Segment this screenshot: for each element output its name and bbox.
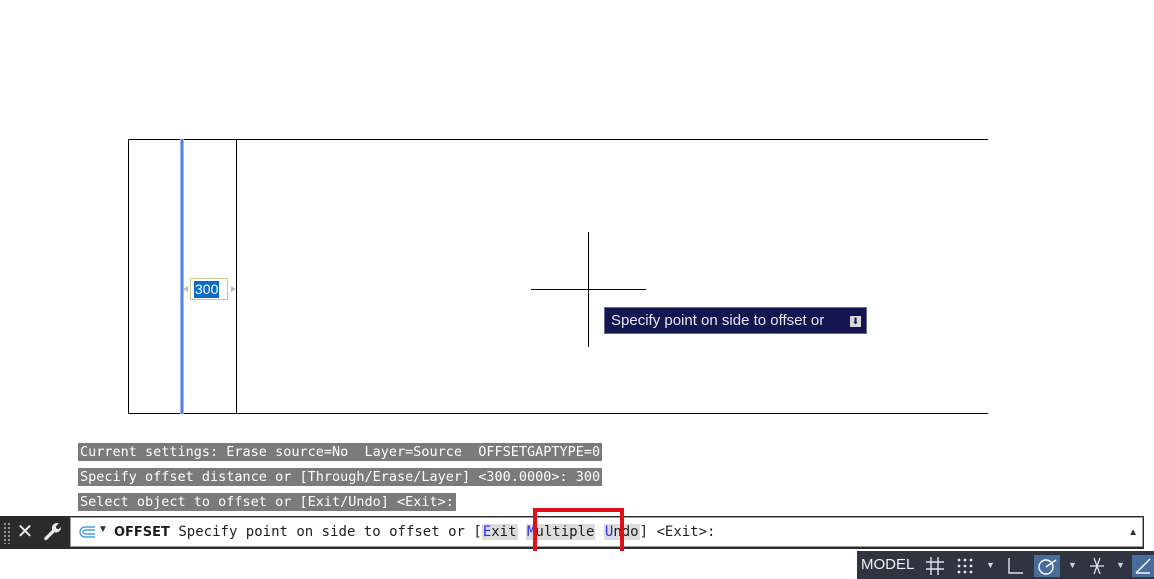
- command-name: OFFSET: [114, 525, 170, 540]
- scroll-up-icon[interactable]: ▲: [1128, 527, 1138, 538]
- command-input[interactable]: ▼ OFFSET Specify point on side to offset…: [70, 517, 1143, 547]
- model-space-button[interactable]: MODEL: [861, 556, 914, 573]
- download-arrow-icon[interactable]: ⬇: [850, 316, 861, 327]
- command-tooltip: Specify point on side to offset or ⬇: [604, 307, 867, 334]
- option-multiple[interactable]: Multiple: [525, 524, 596, 540]
- prompt-text: Specify point on side to offset or [: [169, 524, 482, 540]
- option-undo[interactable]: Undo: [603, 524, 640, 540]
- drawing-canvas[interactable]: [0, 0, 1154, 440]
- rectangle-drawing[interactable]: [128, 139, 989, 414]
- close-icon[interactable]: ✕: [14, 519, 36, 545]
- chevron-down-icon[interactable]: ▼: [1116, 560, 1125, 570]
- chevron-down-icon[interactable]: ▼: [986, 560, 995, 570]
- prompt-default: ] <Exit>:: [639, 524, 716, 540]
- status-bar: MODEL ▼ ▼ ▼: [0, 551, 1154, 579]
- command-history-line: Select object to offset or [Exit/Undo] <…: [78, 493, 456, 511]
- chevron-down-icon[interactable]: ▼: [1068, 560, 1077, 570]
- tooltip-text: Specify point on side to offset or: [611, 312, 825, 329]
- status-bar-tools: MODEL ▼ ▼ ▼: [857, 551, 1154, 579]
- chevron-down-icon[interactable]: ▼: [98, 524, 108, 535]
- ortho-icon[interactable]: [1004, 555, 1026, 577]
- wrench-icon[interactable]: [41, 521, 65, 545]
- command-history-line: Current settings: Erase source=No Layer=…: [78, 443, 603, 461]
- dynamic-input-field[interactable]: 300: [190, 278, 228, 300]
- grip-handle-icon[interactable]: [3, 522, 11, 544]
- dynamic-input-value: 300: [194, 281, 220, 298]
- isodraft-icon[interactable]: [1086, 555, 1108, 577]
- osnap-tracking-icon[interactable]: [1132, 555, 1154, 577]
- snap-icon[interactable]: [954, 555, 976, 577]
- offset-command-icon: [79, 526, 95, 538]
- command-line-bar: ✕ ▼ OFFSET Specify point on side to offs…: [0, 516, 1144, 549]
- grid-icon[interactable]: [924, 555, 946, 577]
- polar-tracking-icon[interactable]: [1034, 555, 1060, 577]
- command-history-line: Specify offset distance or [Through/Eras…: [78, 468, 603, 486]
- command-prompt: OFFSET Specify point on side to offset o…: [114, 524, 715, 540]
- option-exit[interactable]: Exit: [481, 524, 518, 540]
